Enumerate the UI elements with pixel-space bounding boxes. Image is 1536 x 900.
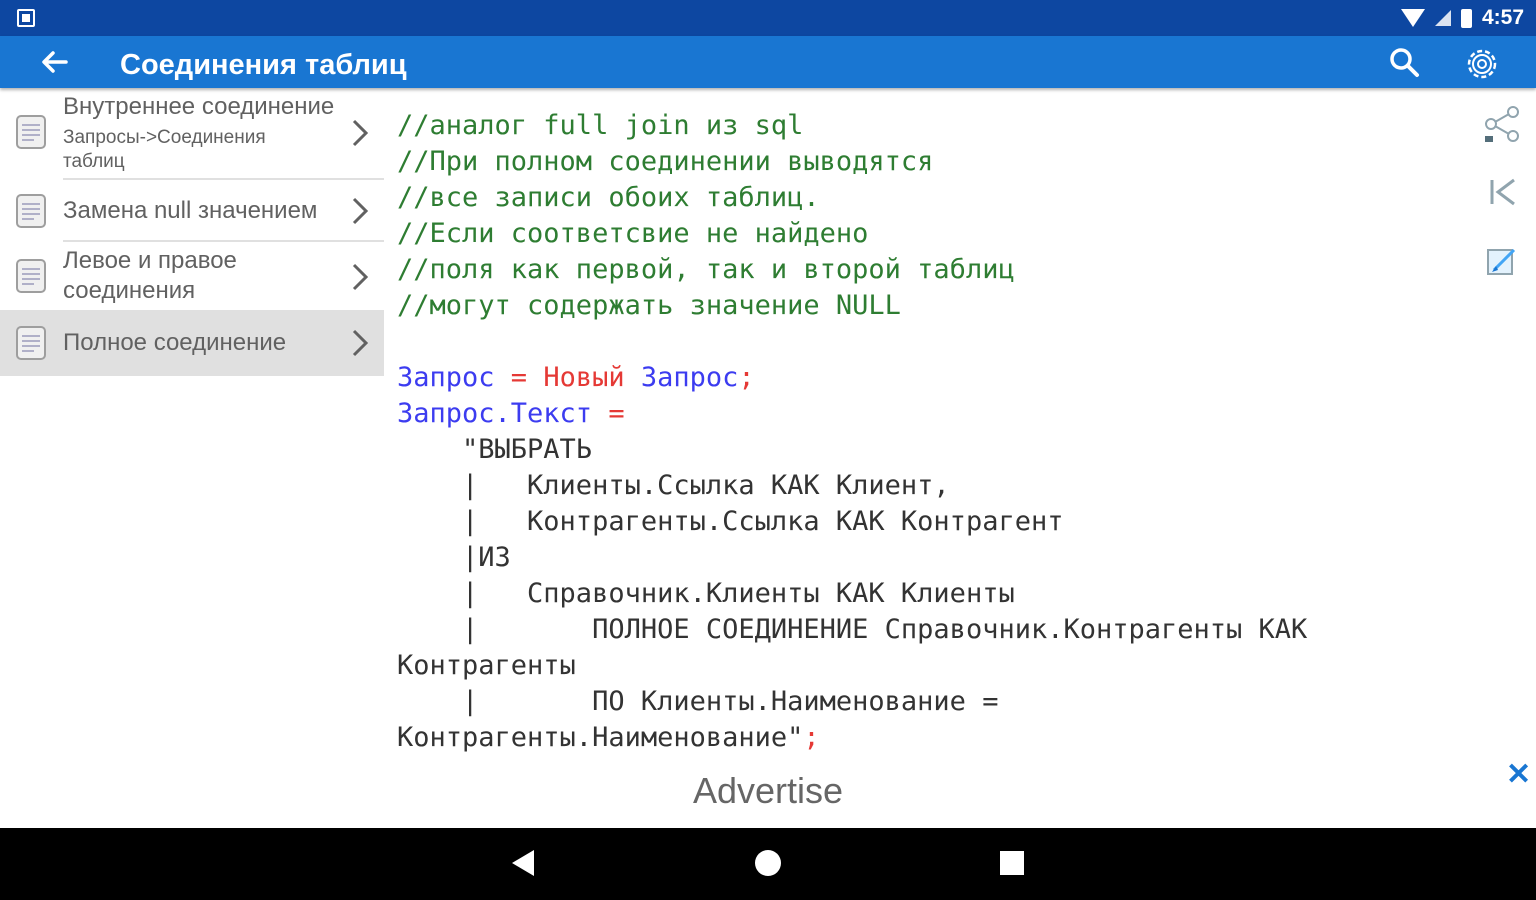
wifi-icon (1400, 9, 1425, 27)
gear-icon[interactable] (1460, 42, 1504, 86)
code-token: | ПО Клиенты.Наименование = (397, 686, 999, 717)
edit-icon[interactable] (1482, 240, 1522, 280)
code-token: "ВЫБРАТЬ (397, 434, 593, 465)
code-token: //все записи обоих таблиц. (397, 182, 820, 213)
ad-banner[interactable]: Advertise ✕ (0, 757, 1536, 828)
topic-list: Внутреннее соединение Запросы->Соединени… (0, 88, 384, 828)
back-arrow-icon[interactable] (36, 44, 72, 80)
page-title: Соединения таблиц (120, 49, 407, 81)
code-line: //аналог full join из sql (397, 108, 1457, 144)
code-token: ; (738, 362, 755, 393)
list-item-full-join[interactable]: Полное соединение (0, 310, 384, 376)
list-item-label: Замена null значением (63, 197, 318, 224)
code-token: ; (803, 722, 820, 753)
code-token: Запрос (624, 362, 739, 393)
code-token: | Справочник.Клиенты КАК Клиенты (397, 578, 1015, 609)
code-listing: //аналог full join из sql //При полном со… (397, 108, 1457, 758)
code-token: //аналог full join из sql (397, 110, 804, 141)
close-ad-icon[interactable]: ✕ (1506, 757, 1531, 792)
chevron-right-icon (352, 197, 369, 225)
code-token: Запрос (397, 362, 495, 393)
code-token: //При полном соединении выводятся (397, 146, 934, 177)
code-token: Новый (543, 362, 625, 393)
list-item-left-right-join[interactable]: Левое и правое соединения (0, 242, 384, 310)
code-line: //поля как первой, так и второй таблиц (397, 252, 1457, 288)
code-token: | Контрагенты.Ссылка КАК Контрагент (397, 506, 1064, 537)
signal-icon (1434, 10, 1451, 26)
code-token: = (494, 362, 544, 393)
code-token: Контрагенты.Наименование" (397, 722, 804, 753)
chevron-right-icon (352, 263, 369, 291)
ad-text: Advertise (692, 770, 844, 811)
code-line: //При полном соединении выводятся (397, 144, 1457, 180)
code-line: | ПО Клиенты.Наименование = (397, 684, 1457, 720)
system-nav-bar (0, 828, 1536, 900)
code-line: | Справочник.Клиенты КАК Клиенты (397, 576, 1457, 612)
document-icon (16, 326, 46, 360)
document-icon (16, 259, 46, 293)
code-line: //могут содержать значение NULL (397, 288, 1457, 324)
code-line: //Если соответсвие не найдено (397, 216, 1457, 252)
chevron-right-icon (352, 119, 369, 147)
code-token: Контрагенты (397, 650, 576, 681)
list-item-null-replace[interactable]: Замена null значением (0, 180, 384, 242)
code-line: //все записи обоих таблиц. (397, 180, 1457, 216)
code-token: //могут содержать значение NULL (397, 290, 901, 321)
list-item-label: Полное соединение (63, 329, 287, 356)
nav-home-icon[interactable] (755, 850, 781, 876)
battery-icon (1460, 8, 1472, 28)
share-icon[interactable] (1482, 104, 1522, 144)
code-line: Контрагенты (397, 648, 1457, 684)
search-icon[interactable] (1386, 44, 1422, 80)
code-line: Контрагенты.Наименование"; (397, 720, 1457, 756)
status-bar: 4:57 (0, 0, 1536, 36)
document-icon (16, 194, 46, 228)
code-token: | ПОЛНОЕ СОЕДИНЕНИЕ Справочник.Контраген… (397, 614, 1308, 645)
code-line: |ИЗ (397, 540, 1457, 576)
skip-first-icon[interactable] (1482, 172, 1522, 212)
code-line: | Клиенты.Ссылка КАК Клиент, (397, 468, 1457, 504)
chevron-right-icon (352, 329, 369, 357)
status-time: 4:57 (1481, 6, 1524, 29)
code-line: Запрос.Текст = (397, 396, 1457, 432)
code-token: = (592, 398, 625, 429)
list-item-label: Внутреннее соединение (63, 93, 335, 120)
nav-recents-icon[interactable] (1000, 851, 1024, 875)
code-line: | ПОЛНОЕ СОЕДИНЕНИЕ Справочник.Контраген… (397, 612, 1457, 648)
list-item-subtitle: Запросы->Соединения таблиц (63, 127, 266, 172)
code-line: | Контрагенты.Ссылка КАК Контрагент (397, 504, 1457, 540)
code-token: | Клиенты.Ссылка КАК Клиент, (397, 470, 950, 501)
code-token: //Если соответсвие не найдено (397, 218, 869, 249)
notification-icon (17, 9, 35, 27)
code-token: //поля как первой, так и второй таблиц (397, 254, 1015, 285)
nav-back-icon[interactable] (512, 850, 534, 876)
list-item-label: Левое и правое соединения (63, 247, 237, 304)
code-token: |ИЗ (397, 542, 511, 573)
document-icon (16, 115, 46, 149)
app-bar: Соединения таблиц (0, 36, 1536, 88)
code-line: Запрос = Новый Запрос; (397, 360, 1457, 396)
code-token: Запрос.Текст (397, 398, 593, 429)
code-line: "ВЫБРАТЬ (397, 432, 1457, 468)
list-item-inner-join[interactable]: Внутреннее соединение Запросы->Соединени… (0, 88, 384, 180)
status-icons: 4:57 (1400, 0, 1524, 36)
